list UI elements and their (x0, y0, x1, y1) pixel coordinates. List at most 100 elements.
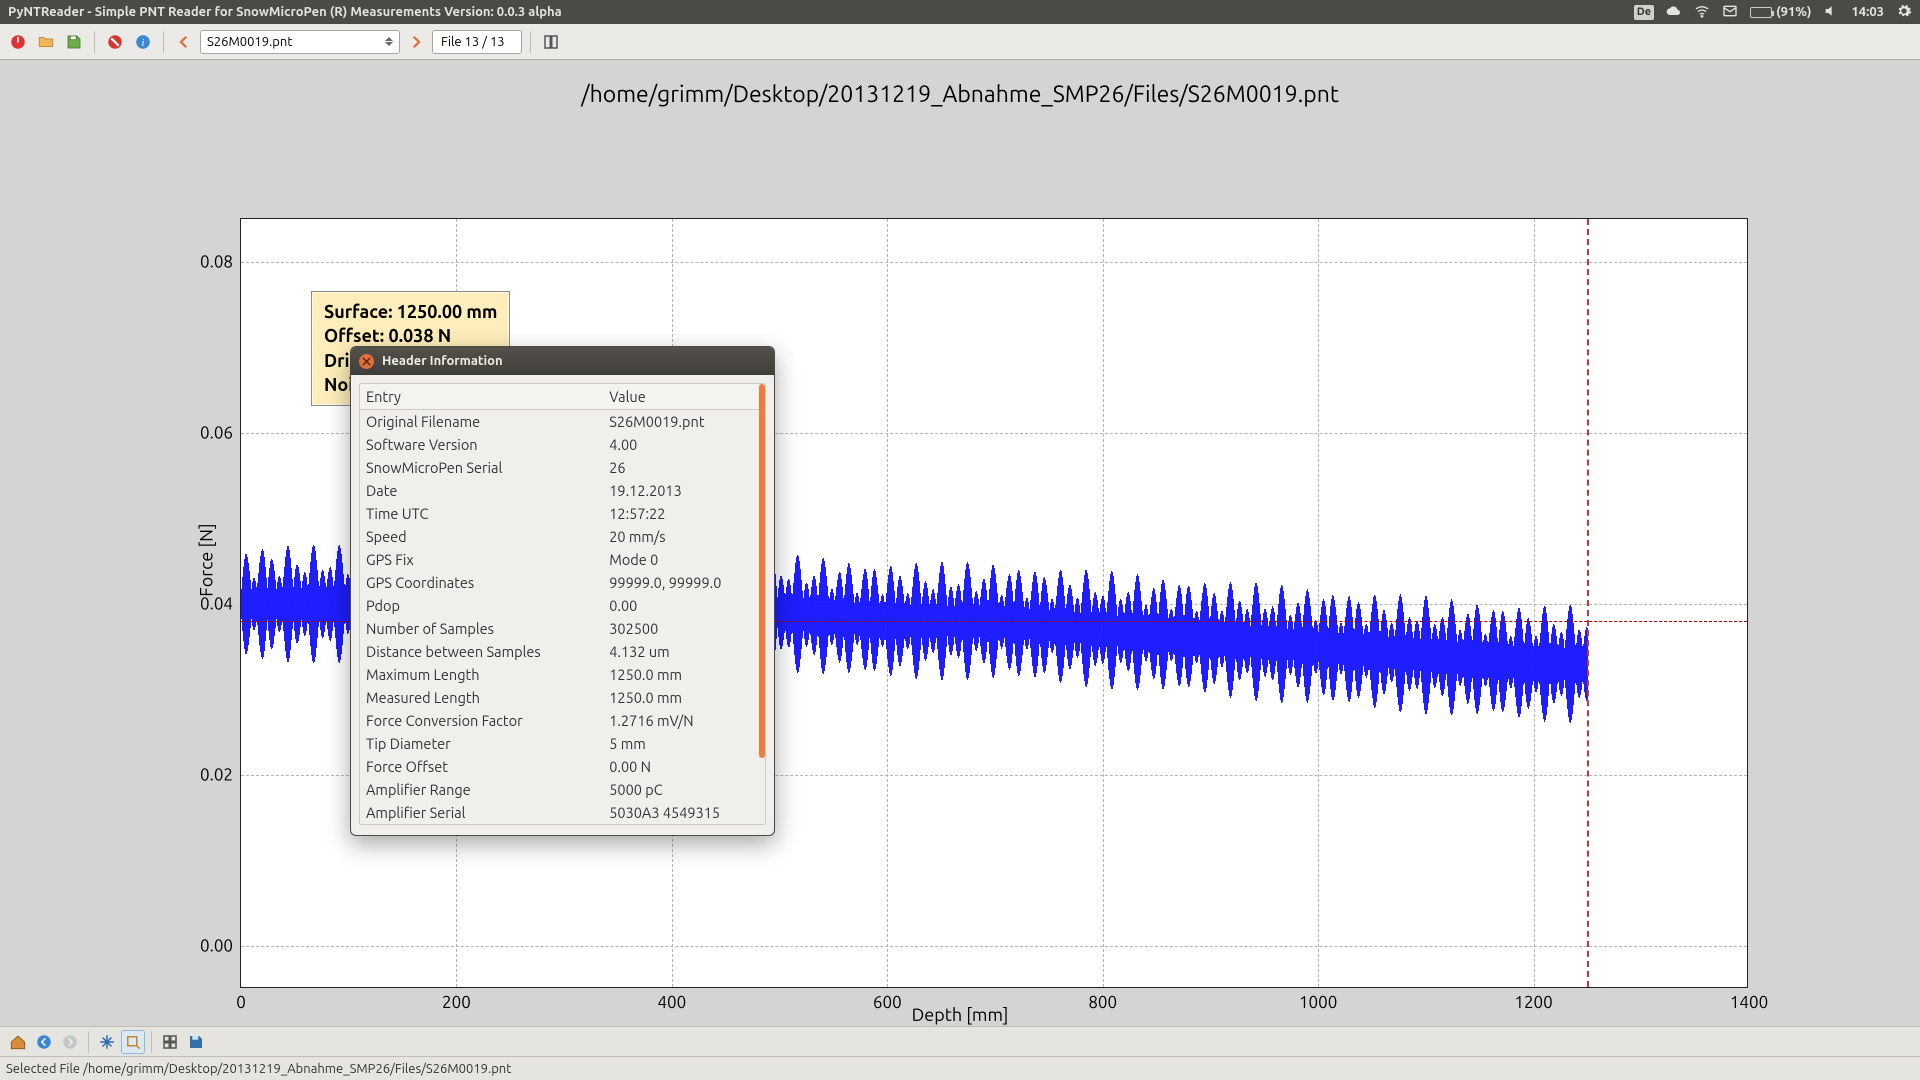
clock[interactable]: 14:03 (1851, 5, 1884, 19)
save-button[interactable] (62, 30, 86, 54)
table-row[interactable]: Number of Samples302500 (360, 617, 765, 640)
table-row[interactable]: Force Offset0.00 N (360, 755, 765, 778)
scrollbar-thumb[interactable] (759, 384, 765, 758)
dialog-titlebar[interactable]: Header Information (351, 347, 774, 375)
battery-icon (1750, 7, 1772, 18)
table-row[interactable]: Amplifier Serial5030A3 4549315 (360, 801, 765, 824)
cell-entry: Time UTC (360, 502, 603, 525)
scrollbar-track[interactable] (759, 384, 765, 824)
stop-button[interactable] (103, 30, 127, 54)
cell-entry: GPS Coordinates (360, 571, 603, 594)
table-row[interactable]: Time UTC12:57:22 (360, 502, 765, 525)
table-row[interactable]: Amplifier Range5000 pC (360, 778, 765, 801)
cell-value: 4.132 um (603, 640, 765, 663)
header-info-dialog[interactable]: Header Information Entry Value Original … (350, 346, 775, 836)
gear-icon[interactable] (1896, 3, 1912, 22)
y-axis-label: Force [N] (197, 523, 217, 596)
cell-value: 20 mm/s (603, 525, 765, 548)
table-row[interactable]: Pdop0.00 (360, 594, 765, 617)
table-row[interactable]: Measured Length1250.0 mm (360, 686, 765, 709)
cell-entry: Force Conversion Factor (360, 709, 603, 732)
table-row[interactable]: SnowMicroPen Serial26 (360, 456, 765, 479)
y-tick: 0.06 (200, 423, 233, 442)
file-counter-text: File 13 / 13 (441, 35, 505, 49)
quit-button[interactable] (6, 30, 30, 54)
separator (530, 31, 531, 53)
status-bar: Selected File /home/grimm/Desktop/201312… (0, 1056, 1920, 1080)
cell-entry: Original Filename (360, 410, 603, 434)
y-tick: 0.02 (200, 766, 233, 785)
file-select-value: S26M0019.pnt (207, 35, 292, 49)
chevron-up-icon[interactable] (385, 37, 393, 41)
next-file-button[interactable] (404, 30, 428, 54)
keyboard-layout-indicator[interactable]: De (1634, 5, 1654, 20)
cell-entry: SnowMicroPen Serial (360, 456, 603, 479)
cell-value: 302500 (603, 617, 765, 640)
cell-entry: Maximum Length (360, 663, 603, 686)
cell-entry: Date (360, 479, 603, 502)
spin-buttons[interactable] (385, 37, 393, 46)
status-text: Selected File /home/grimm/Desktop/201312… (6, 1062, 511, 1076)
table-row[interactable]: Distance between Samples4.132 um (360, 640, 765, 663)
cloud-icon[interactable] (1666, 3, 1682, 22)
cell-entry: Number of Samples (360, 617, 603, 640)
prev-file-button[interactable] (172, 30, 196, 54)
plot-title: /home/grimm/Desktop/20131219_Abnahme_SMP… (0, 60, 1920, 121)
mpl-forward-button[interactable] (58, 1030, 82, 1054)
wifi-icon[interactable] (1694, 3, 1710, 22)
separator (88, 1031, 89, 1053)
table-row[interactable]: Tip Diameter5 mm (360, 732, 765, 755)
cell-value: 0.00 N (603, 755, 765, 778)
mpl-save-button[interactable] (184, 1030, 208, 1054)
toggle-view-button[interactable] (539, 30, 563, 54)
mpl-pan-button[interactable] (95, 1030, 119, 1054)
table-row[interactable]: Maximum Length1250.0 mm (360, 663, 765, 686)
cell-value: 5 mm (603, 732, 765, 755)
close-icon[interactable] (359, 354, 374, 369)
cell-value: 12:57:22 (603, 502, 765, 525)
table-row[interactable]: Speed20 mm/s (360, 525, 765, 548)
chevron-down-icon[interactable] (385, 42, 393, 46)
table-row[interactable]: Software Version4.00 (360, 433, 765, 456)
cell-entry: Distance between Samples (360, 640, 603, 663)
col-value[interactable]: Value (603, 384, 765, 410)
cell-value: S26M0019.pnt (603, 410, 765, 434)
cell-value: 26 (603, 456, 765, 479)
header-info-table: Entry Value Original FilenameS26M0019.pn… (360, 384, 765, 824)
dialog-title: Header Information (382, 354, 503, 368)
info-button[interactable]: i (131, 30, 155, 54)
table-row[interactable]: GPS Coordinates99999.0, 99999.0 (360, 571, 765, 594)
y-tick: 0.04 (200, 595, 233, 614)
cell-value: 19.12.2013 (603, 479, 765, 502)
window-title: PyNTReader - Simple PNT Reader for SnowM… (0, 5, 1634, 19)
table-row[interactable]: GPS FixMode 0 (360, 548, 765, 571)
y-tick: 0.00 (200, 937, 233, 956)
surface-marker (1587, 219, 1589, 987)
dialog-scroll-area[interactable]: Entry Value Original FilenameS26M0019.pn… (359, 383, 766, 825)
dialog-body: Entry Value Original FilenameS26M0019.pn… (351, 375, 774, 835)
system-menubar: PyNTReader - Simple PNT Reader for SnowM… (0, 0, 1920, 24)
cell-entry: Pdop (360, 594, 603, 617)
mpl-zoom-button[interactable] (121, 1030, 145, 1054)
file-select-combo[interactable]: S26M0019.pnt (200, 30, 400, 54)
cell-value: 1250.0 mm (603, 663, 765, 686)
mpl-back-button[interactable] (32, 1030, 56, 1054)
app-toolbar: i S26M0019.pnt File 13 / 13 (0, 24, 1920, 60)
cell-entry: Speed (360, 525, 603, 548)
mail-icon[interactable] (1722, 3, 1738, 22)
battery-indicator[interactable]: (91%) (1750, 5, 1811, 19)
table-row[interactable]: Original FilenameS26M0019.pnt (360, 410, 765, 434)
separator (163, 31, 164, 53)
legend-offset: Offset: 0.038 N (324, 324, 497, 348)
cell-value: 5030A3 4549315 (603, 801, 765, 824)
open-folder-button[interactable] (34, 30, 58, 54)
cell-entry: Tip Diameter (360, 732, 603, 755)
cell-value: 99999.0, 99999.0 (603, 571, 765, 594)
volume-icon[interactable] (1823, 3, 1839, 22)
col-entry[interactable]: Entry (360, 384, 603, 410)
mpl-subplots-button[interactable] (158, 1030, 182, 1054)
mpl-home-button[interactable] (6, 1030, 30, 1054)
table-row[interactable]: Date19.12.2013 (360, 479, 765, 502)
svg-text:i: i (142, 37, 145, 48)
table-row[interactable]: Force Conversion Factor1.2716 mV/N (360, 709, 765, 732)
